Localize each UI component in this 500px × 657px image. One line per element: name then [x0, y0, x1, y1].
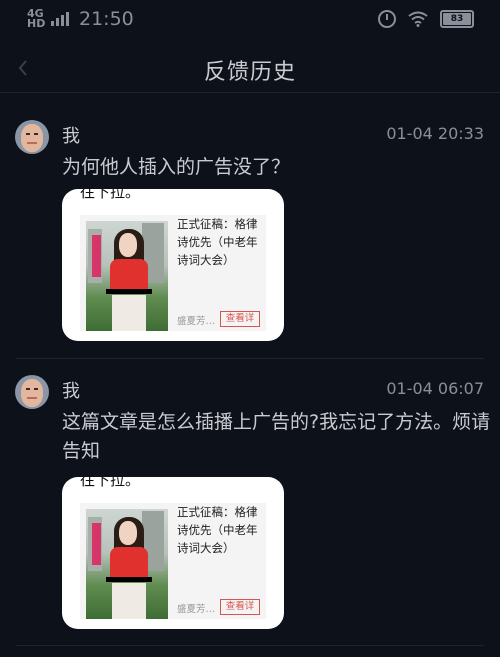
article-title: 正式征稿：格律诗优先（中老年诗词大会） [177, 505, 258, 555]
feedback-item: 我 01-04 06:07 这篇文章是怎么插播上广告的?我忘记了方法。烦请告知 … [0, 373, 500, 653]
screenshot-thumbnail[interactable]: 往下拉。 正式征稿：格律诗优先（中老年诗词大会） 盛夏芳… 查看详 [62, 189, 284, 341]
feedback-message: 这篇文章是怎么插播上广告的?我忘记了方法。烦请告知 [62, 411, 491, 462]
avatar [15, 120, 49, 154]
article-card: 正式征稿：格律诗优先（中老年诗词大会） 盛夏芳… 查看详 [80, 215, 266, 331]
network-type: 4G HD [27, 7, 46, 30]
wifi-icon [408, 11, 428, 27]
signal-icon [51, 12, 69, 26]
battery-level: 83 [450, 14, 464, 24]
feedback-time: 01-04 20:33 [386, 124, 484, 143]
divider [16, 358, 484, 359]
article-card: 正式征稿：格律诗优先（中老年诗词大会） 盛夏芳… 查看详 [80, 503, 266, 619]
status-bar: 4G HD 21:50 83 [0, 0, 500, 40]
thumbnail-text: 往下拉。 [80, 189, 141, 201]
thumbnail-text: 往下拉。 [80, 477, 141, 489]
page-title: 反馈历史 [203, 60, 296, 85]
feedback-time: 01-04 06:07 [386, 379, 484, 398]
header: 反馈历史 [0, 44, 500, 93]
feedback-item: 我 01-04 20:33 为何他人插入的广告没了？ 往下拉。 正式征稿：格律诗… [0, 118, 500, 358]
user-name: 我 [62, 381, 80, 402]
article-author: 盛夏芳… [177, 604, 216, 615]
article-title: 正式征稿：格律诗优先（中老年诗词大会） [177, 217, 258, 267]
article-author: 盛夏芳… [177, 316, 216, 327]
alarm-icon [378, 10, 396, 28]
status-time: 21:50 [79, 8, 134, 30]
screenshot-thumbnail[interactable]: 往下拉。 正式征稿：格律诗优先（中老年诗词大会） 盛夏芳… 查看详 [62, 477, 284, 629]
view-details-button: 查看详 [220, 311, 260, 327]
user-name: 我 [62, 126, 80, 147]
article-image [86, 221, 168, 331]
avatar [15, 375, 49, 409]
article-image [86, 509, 168, 619]
divider [16, 645, 484, 646]
battery-icon: 83 [440, 10, 474, 28]
view-details-button: 查看详 [220, 599, 260, 615]
feedback-message: 为何他人插入的广告没了？ [62, 156, 291, 178]
